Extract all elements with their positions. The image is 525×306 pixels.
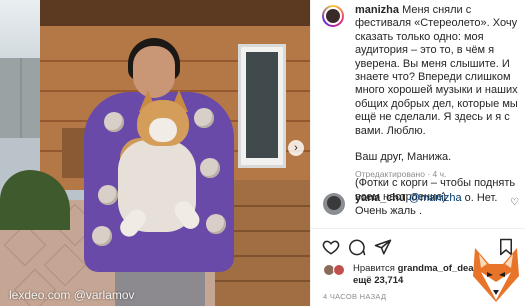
door-glass bbox=[246, 52, 278, 158]
cardigan-pompom bbox=[194, 108, 214, 128]
post-photo[interactable]: › lexdeo.com @varlamov bbox=[0, 0, 310, 306]
caption-signature: Ваш друг, Манижа. bbox=[355, 151, 452, 164]
heart-icon[interactable] bbox=[322, 238, 340, 256]
deck-plank bbox=[215, 280, 310, 282]
comment-icon[interactable] bbox=[348, 238, 366, 256]
author-username[interactable]: manizha bbox=[355, 4, 399, 16]
comment-like-icon[interactable]: ♡ bbox=[510, 197, 519, 208]
shed-slat bbox=[20, 58, 22, 138]
comment-text: о. Нет. bbox=[461, 192, 498, 204]
likes-count[interactable]: ещё 23,714 bbox=[353, 275, 403, 286]
watermark: lexdeo.com @varlamov bbox=[9, 288, 135, 302]
share-icon[interactable] bbox=[374, 238, 392, 256]
edited-age: 4 ч. bbox=[432, 169, 447, 179]
fox-logo bbox=[473, 248, 519, 302]
cardigan-pompom bbox=[200, 158, 220, 178]
cardigan-pompom bbox=[206, 214, 226, 234]
comment-text-line2: Очень жаль . bbox=[355, 205, 423, 218]
likes-text: Нравится grandma_of_dead ещё 23,714 bbox=[353, 263, 479, 287]
commenter-username[interactable]: yana_chu bbox=[355, 192, 406, 204]
house-roof bbox=[40, 0, 310, 26]
post-caption: manizha Меня сняли с фестиваля «Стереоле… bbox=[355, 4, 519, 217]
comment: yana_chu @manizha о. Нет. Очень жаль . bbox=[355, 192, 505, 219]
likes-prefix: Нравится bbox=[353, 263, 398, 274]
caption-text: Меня сняли с фестиваля «Стереолето». Хоч… bbox=[355, 4, 518, 137]
liker-avatar bbox=[333, 264, 345, 276]
cardigan-pompom bbox=[98, 185, 118, 205]
commenter-avatar[interactable] bbox=[323, 193, 345, 215]
cardigan-pompom bbox=[104, 112, 124, 132]
comment-mention[interactable]: @manizha bbox=[409, 192, 462, 204]
edited-meta: Отредактировано · 4 ч. bbox=[355, 169, 446, 179]
post-timestamp: 4 ЧАСОВ НАЗАД bbox=[323, 292, 387, 301]
author-avatar[interactable] bbox=[322, 5, 344, 27]
carousel-next-button[interactable]: › bbox=[288, 140, 304, 156]
corgi-muzzle bbox=[149, 118, 177, 142]
edited-label: Отредактировано bbox=[355, 169, 425, 179]
cardigan-pompom bbox=[92, 226, 112, 246]
